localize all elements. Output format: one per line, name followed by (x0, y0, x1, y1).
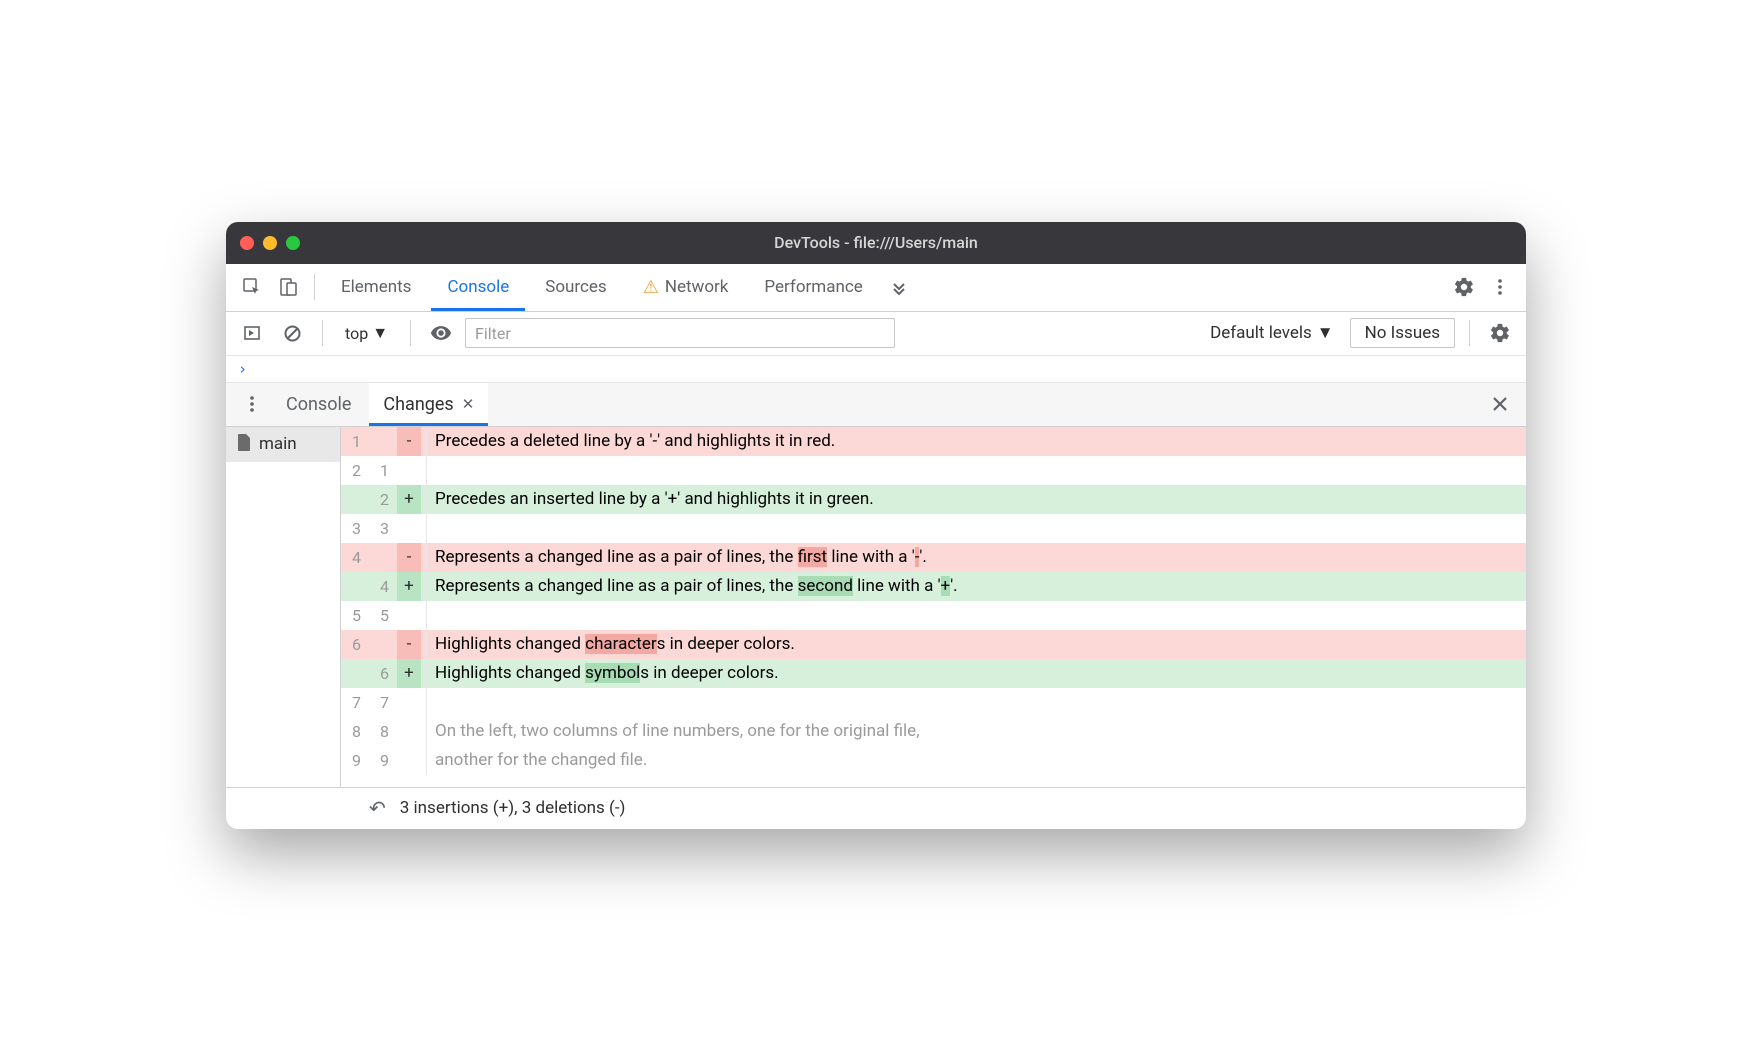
changes-panel: main 1-Precedes a deleted line by a '-' … (226, 427, 1526, 787)
execution-context-icon[interactable] (236, 317, 268, 349)
diff-row-deleted: 1-Precedes a deleted line by a '-' and h… (341, 427, 1526, 456)
devtools-window: DevTools - file:///Users/main Elements C… (226, 222, 1526, 829)
tab-sources[interactable]: Sources (529, 264, 622, 311)
tab-console[interactable]: Console (431, 264, 525, 311)
tab-performance-label: Performance (764, 277, 862, 297)
maximize-window-button[interactable] (286, 236, 300, 250)
diff-row-context: 55 (341, 601, 1526, 630)
diff-text: Precedes an inserted line by a '+' and h… (427, 485, 1526, 514)
console-toolbar: top ▼ Default levels ▼ No Issues (226, 312, 1526, 356)
tab-sources-label: Sources (545, 277, 606, 297)
console-settings-icon[interactable] (1484, 317, 1516, 349)
drawer-tab-changes-label: Changes (383, 394, 453, 415)
window-controls (240, 236, 300, 250)
context-selector[interactable]: top ▼ (337, 319, 396, 347)
drawer-tab-console[interactable]: Console (272, 383, 365, 426)
diff-row-context: 21 (341, 456, 1526, 485)
drawer-tab-console-label: Console (286, 394, 351, 415)
live-expression-icon[interactable] (425, 317, 457, 349)
diff-row-deleted: 6-Highlights changed characters in deepe… (341, 630, 1526, 659)
context-label: top (345, 324, 368, 343)
drawer-tab-bar: Console Changes ✕ (226, 383, 1526, 427)
separator (322, 320, 323, 346)
file-tree-item[interactable]: main (226, 427, 340, 462)
file-icon (236, 433, 252, 456)
clear-console-icon[interactable] (276, 317, 308, 349)
diff-text: Represents a changed line as a pair of l… (427, 572, 1526, 601)
settings-icon[interactable] (1448, 271, 1480, 303)
diff-view: 1-Precedes a deleted line by a '-' and h… (341, 427, 1526, 787)
chevron-down-icon: ▼ (1317, 323, 1334, 343)
diff-row-context: 33 (341, 514, 1526, 543)
log-levels-selector[interactable]: Default levels ▼ (1202, 323, 1342, 343)
diff-row-inserted: 4+Represents a changed line as a pair of… (341, 572, 1526, 601)
undo-icon[interactable]: ↶ (369, 796, 386, 820)
device-toolbar-icon[interactable] (272, 271, 304, 303)
drawer-tab-changes[interactable]: Changes ✕ (369, 383, 488, 426)
diff-row-inserted: 6+Highlights changed symbols in deeper c… (341, 659, 1526, 688)
close-tab-icon[interactable]: ✕ (462, 395, 475, 413)
console-prompt[interactable]: › (226, 356, 1526, 383)
diff-text: Highlights changed characters in deeper … (427, 630, 1526, 659)
tab-network-label: Network (665, 277, 729, 297)
tab-elements-label: Elements (341, 277, 411, 297)
separator (410, 320, 411, 346)
filter-input[interactable] (465, 318, 895, 348)
diff-row-context: 88On the left, two columns of line numbe… (341, 717, 1526, 746)
issues-button[interactable]: No Issues (1350, 318, 1455, 348)
changes-statusbar: ↶ 3 insertions (+), 3 deletions (-) (226, 787, 1526, 829)
diff-text: On the left, two columns of line numbers… (427, 717, 1526, 746)
log-levels-label: Default levels (1210, 323, 1312, 343)
tab-console-label: Console (447, 277, 509, 297)
warning-icon: ⚠ (643, 277, 659, 298)
minimize-window-button[interactable] (263, 236, 277, 250)
separator (1469, 320, 1470, 346)
tab-network[interactable]: ⚠ Network (627, 264, 745, 311)
main-tab-bar: Elements Console Sources ⚠ Network Perfor… (226, 264, 1526, 312)
diff-text: another for the changed file. (427, 746, 1526, 775)
inspect-element-icon[interactable] (236, 271, 268, 303)
diff-text: Represents a changed line as a pair of l… (427, 543, 1526, 572)
diff-row-deleted: 4-Represents a changed line as a pair of… (341, 543, 1526, 572)
close-drawer-icon[interactable] (1484, 388, 1516, 420)
diff-text: Highlights changed symbols in deeper col… (427, 659, 1526, 688)
tab-performance[interactable]: Performance (748, 264, 878, 311)
more-tabs-button[interactable] (883, 271, 915, 303)
diff-text: Precedes a deleted line by a '-' and hig… (427, 427, 1526, 456)
file-name-label: main (259, 434, 297, 454)
diff-row-context: 99another for the changed file. (341, 746, 1526, 775)
kebab-menu-icon[interactable] (1484, 271, 1516, 303)
window-title: DevTools - file:///Users/main (226, 233, 1526, 252)
diff-row-context: 77 (341, 688, 1526, 717)
file-tree: main (226, 427, 341, 787)
chevron-down-icon: ▼ (372, 323, 388, 343)
titlebar: DevTools - file:///Users/main (226, 222, 1526, 264)
separator (314, 274, 315, 300)
changes-summary-label: 3 insertions (+), 3 deletions (-) (400, 798, 626, 818)
drawer-menu-icon[interactable] (236, 388, 268, 420)
diff-row-inserted: 2+Precedes an inserted line by a '+' and… (341, 485, 1526, 514)
close-window-button[interactable] (240, 236, 254, 250)
tab-elements[interactable]: Elements (325, 264, 427, 311)
